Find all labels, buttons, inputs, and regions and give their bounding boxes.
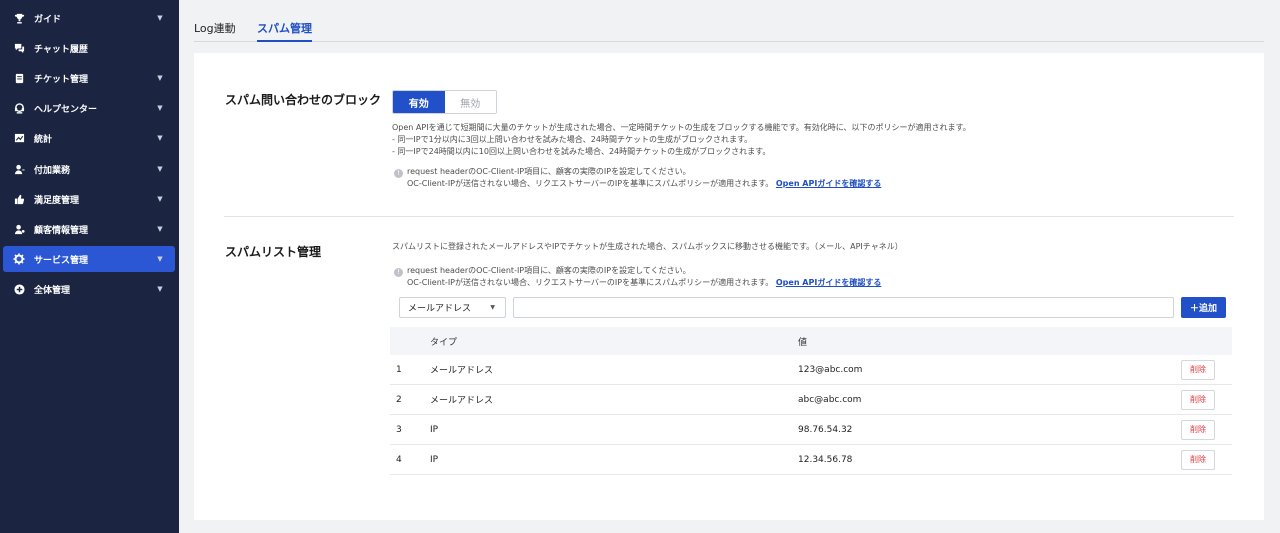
gear-icon bbox=[12, 252, 26, 266]
sidebar-item-label: 顧客情報管理 bbox=[34, 225, 89, 236]
description-line: - 同一IPで1分以内に3回以上問い合わせを試みた場合、24時間チケットの生成が… bbox=[392, 135, 753, 144]
sidebar-item-label: チャット履歴 bbox=[34, 44, 88, 55]
row-type: IP bbox=[430, 454, 439, 465]
plus-circle-icon bbox=[12, 282, 26, 296]
row-number: 2 bbox=[396, 394, 402, 405]
note-line: OC-Client-IPが送信されない場合、リクエストサーバーのIPを基準にスパ… bbox=[407, 179, 774, 188]
description-line: Open APIを通じて短期間に大量のチケットが生成された場合、一定時間チケット… bbox=[392, 123, 971, 132]
spam-value-input[interactable] bbox=[513, 297, 1174, 318]
spam-list-note: ! request headerのOC-Client-IP項目に、顧客の実際のIP… bbox=[394, 265, 881, 289]
row-value: 98.76.54.32 bbox=[798, 424, 853, 435]
tab-spam-management[interactable]: スパム管理 bbox=[257, 20, 312, 42]
table-row: 4 IP 12.34.56.78 削除 bbox=[390, 445, 1232, 475]
sidebar-item-additional-work[interactable]: 付加業務 ▼ bbox=[3, 156, 175, 182]
spam-block-title: スパム問い合わせのブロック bbox=[225, 93, 382, 107]
sidebar-item-label: ガイド bbox=[34, 14, 62, 25]
sidebar-item-label: 付加業務 bbox=[34, 165, 71, 176]
row-number: 4 bbox=[396, 454, 402, 465]
delete-button[interactable]: 削除 bbox=[1181, 419, 1215, 440]
sidebar-item-ticket[interactable]: チケット管理 ▼ bbox=[3, 65, 175, 91]
chevron-down-icon: ▼ bbox=[157, 74, 163, 82]
thumbs-up-icon bbox=[12, 192, 26, 206]
note-line: request headerのOC-Client-IP項目に、顧客の実際のIPを… bbox=[407, 266, 691, 275]
row-type: メールアドレス bbox=[430, 396, 494, 406]
chevron-down-icon: ▼ bbox=[157, 14, 163, 22]
person-icon bbox=[12, 162, 26, 176]
sidebar-item-label: チケット管理 bbox=[34, 74, 89, 85]
table-row: 3 IP 98.76.54.32 削除 bbox=[390, 415, 1232, 445]
chevron-down-icon: ▼ bbox=[157, 195, 163, 203]
note-line: OC-Client-IPが送信されない場合、リクエストサーバーのIPを基準にスパ… bbox=[407, 278, 774, 287]
row-number: 1 bbox=[396, 364, 402, 375]
trophy-icon bbox=[12, 11, 26, 25]
chevron-down-icon: ▼ bbox=[157, 104, 163, 112]
row-value: 12.34.56.78 bbox=[798, 454, 853, 465]
spam-block-toggle: 有効 無効 bbox=[392, 90, 497, 114]
headset-icon bbox=[12, 101, 26, 115]
sidebar-item-label: 全体管理 bbox=[34, 285, 71, 296]
row-type: メールアドレス bbox=[430, 366, 494, 376]
chevron-down-icon: ▼ bbox=[157, 225, 163, 233]
sidebar: ガイド ▼ チャット履歴 チケット管理 ▼ ヘルプセンター ▼ 統計 ▼ 付加業… bbox=[0, 0, 179, 533]
sidebar-item-chat-history[interactable]: チャット履歴 bbox=[3, 35, 175, 61]
sidebar-item-overall-management[interactable]: 全体管理 ▼ bbox=[3, 276, 175, 302]
info-icon: ! bbox=[394, 268, 403, 277]
delete-button[interactable]: 削除 bbox=[1181, 389, 1215, 410]
tab-bar: Log連動 スパム管理 bbox=[194, 14, 1264, 42]
spam-block-note: ! request headerのOC-Client-IP項目に、顧客の実際のIP… bbox=[394, 166, 881, 190]
tab-log-link[interactable]: Log連動 bbox=[194, 20, 236, 42]
open-api-guide-link[interactable]: Open APIガイドを確認する bbox=[776, 179, 881, 188]
chevron-down-icon: ▼ bbox=[490, 304, 495, 311]
open-api-guide-link[interactable]: Open APIガイドを確認する bbox=[776, 278, 881, 287]
row-type: IP bbox=[430, 424, 439, 435]
select-value: メールアドレス bbox=[408, 304, 472, 314]
chat-icon bbox=[12, 41, 26, 55]
spam-list-title: スパムリスト管理 bbox=[225, 245, 322, 259]
spam-settings-card: スパム問い合わせのブロック 有効 無効 Open APIを通じて短期間に大量のチ… bbox=[194, 53, 1264, 520]
add-button[interactable]: ＋追加 bbox=[1181, 297, 1226, 318]
table-row: 2 メールアドレス abc@abc.com 削除 bbox=[390, 385, 1232, 415]
chart-icon bbox=[12, 131, 26, 145]
sidebar-item-help-center[interactable]: ヘルプセンター ▼ bbox=[3, 95, 175, 121]
sidebar-item-label: サービス管理 bbox=[34, 255, 89, 266]
column-header-value: 値 bbox=[798, 337, 808, 348]
column-header-type: タイプ bbox=[430, 337, 458, 348]
sidebar-item-statistics[interactable]: 統計 ▼ bbox=[3, 125, 175, 151]
description-line: - 同一IPで24時間以内に10回以上問い合わせを試みた場合、24時間チケットの… bbox=[392, 147, 771, 156]
chevron-down-icon: ▼ bbox=[157, 134, 163, 142]
table-row: 1 メールアドレス 123@abc.com 削除 bbox=[390, 355, 1232, 385]
sidebar-item-service-management[interactable]: サービス管理 ▼ bbox=[3, 246, 175, 272]
sidebar-item-label: ヘルプセンター bbox=[34, 104, 98, 115]
chevron-down-icon: ▼ bbox=[157, 255, 163, 263]
sidebar-item-customer-info[interactable]: 顧客情報管理 ▼ bbox=[3, 216, 175, 242]
row-number: 3 bbox=[396, 424, 402, 435]
customer-icon bbox=[12, 222, 26, 236]
toggle-enabled-button[interactable]: 有効 bbox=[393, 91, 445, 113]
row-value: abc@abc.com bbox=[798, 394, 862, 405]
sidebar-item-satisfaction[interactable]: 満足度管理 ▼ bbox=[3, 186, 175, 212]
spam-list-table: タイプ 値 1 メールアドレス 123@abc.com 削除 2 メールアドレス… bbox=[390, 327, 1232, 475]
note-line: request headerのOC-Client-IP項目に、顧客の実際のIPを… bbox=[407, 167, 691, 176]
delete-button[interactable]: 削除 bbox=[1181, 449, 1215, 470]
delete-button[interactable]: 削除 bbox=[1181, 359, 1215, 380]
sidebar-item-label: 満足度管理 bbox=[34, 195, 80, 206]
info-icon: ! bbox=[394, 169, 403, 178]
spam-block-description: Open APIを通じて短期間に大量のチケットが生成された場合、一定時間チケット… bbox=[392, 122, 971, 158]
table-header: タイプ 値 bbox=[390, 327, 1232, 355]
toggle-disabled-button[interactable]: 無効 bbox=[444, 91, 496, 113]
sidebar-item-guide[interactable]: ガイド ▼ bbox=[3, 5, 175, 31]
row-value: 123@abc.com bbox=[798, 364, 863, 375]
section-divider bbox=[224, 216, 1234, 217]
spam-type-select[interactable]: メールアドレス ▼ bbox=[399, 297, 506, 318]
spam-list-description: スパムリストに登録されたメールアドレスやIPでチケットが生成された場合、スパムボ… bbox=[392, 242, 903, 251]
sidebar-item-label: 統計 bbox=[34, 134, 53, 145]
chevron-down-icon: ▼ bbox=[157, 165, 163, 173]
table-scroll-fade bbox=[390, 478, 1232, 498]
ticket-icon bbox=[12, 71, 26, 85]
chevron-down-icon: ▼ bbox=[157, 285, 163, 293]
